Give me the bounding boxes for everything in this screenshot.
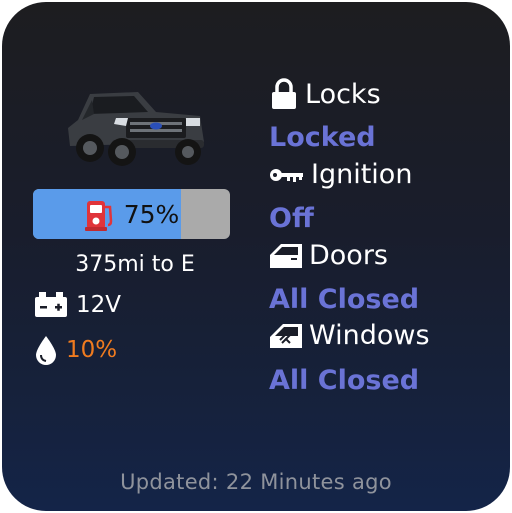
fuel-pump-icon <box>84 201 112 231</box>
truck-image <box>68 92 204 166</box>
ignition-label-row: Ignition <box>269 159 412 190</box>
key-icon <box>270 168 303 182</box>
ignition-label: Ignition <box>311 159 413 190</box>
windows-label-row: Windows <box>269 320 430 351</box>
windows-value: All Closed <box>269 365 420 396</box>
lock-icon <box>272 78 296 109</box>
oil-value: 10% <box>66 337 118 363</box>
oil-status: 10% <box>34 335 117 365</box>
locks-label-row: Locks <box>269 78 381 110</box>
locks-value: Locked <box>269 122 376 153</box>
door-icon <box>270 243 302 268</box>
window-icon <box>270 323 302 348</box>
doors-label-row: Doors <box>269 240 388 271</box>
locks-label: Locks <box>305 78 381 110</box>
fuel-range: 375mi to E <box>75 252 195 277</box>
windows-label: Windows <box>309 320 430 351</box>
fuel-level-bar: 75% <box>33 189 230 239</box>
vehicle-status-widget[interactable]: 75% 375mi to E 12V 10% Locks Locked Igni… <box>2 2 510 511</box>
battery-icon <box>35 292 67 317</box>
ignition-value: Off <box>269 203 314 234</box>
doors-label: Doors <box>309 240 388 271</box>
battery-status: 12V <box>34 292 121 318</box>
last-updated: Updated: 22 Minutes ago <box>120 470 392 494</box>
fuel-percent: 75% <box>123 199 180 229</box>
battery-value: 12V <box>76 292 122 318</box>
doors-value: All Closed <box>269 284 420 315</box>
oil-drop-icon <box>36 336 56 365</box>
